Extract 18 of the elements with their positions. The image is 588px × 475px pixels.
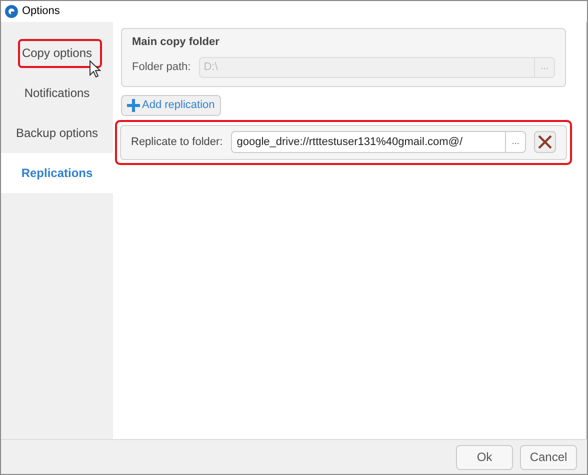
browse-button[interactable]: ... xyxy=(505,132,525,152)
folder-path-field[interactable]: google_drive://rtttestuser131%40gmail.com@/ ... xyxy=(230,131,526,153)
close-icon xyxy=(538,135,552,149)
sidebar-item[interactable]: Replications xyxy=(1,153,113,193)
sidebar-item[interactable]: Copy options xyxy=(1,33,113,73)
remove-button[interactable] xyxy=(534,131,556,153)
add-replication-button[interactable]: Add replication xyxy=(121,94,221,116)
field-label: Replicate to folder: xyxy=(131,134,223,150)
dialog-button[interactable]: Cancel xyxy=(520,444,577,470)
sidebar-item[interactable]: Backup options xyxy=(1,113,113,153)
dialog-button[interactable]: Ok xyxy=(456,444,513,470)
group-title: Main copy folder xyxy=(132,35,220,50)
app-logo-icon xyxy=(5,5,18,18)
cursor-icon xyxy=(89,60,101,79)
plus-icon xyxy=(127,98,140,112)
sidebar-item[interactable]: Notifications xyxy=(1,73,113,113)
window-title: Options xyxy=(22,4,60,20)
field-label: Folder path: xyxy=(132,60,191,75)
